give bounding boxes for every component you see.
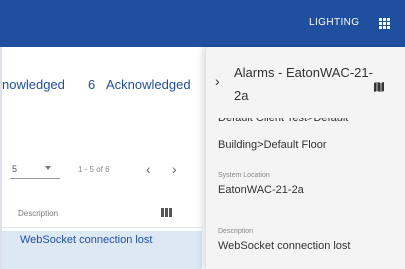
alarms-list-pane: nowledged 6 Acknowledged 5 1 - 5 of 6 ‹ … <box>0 47 203 269</box>
select-underline <box>10 178 60 179</box>
unacknowledged-label[interactable]: nowledged <box>2 77 65 92</box>
breadcrumb-clipped: Default Client Test>Default <box>218 118 398 139</box>
map-icon[interactable] <box>373 80 385 98</box>
system-location-value: EatonWAC-21-2a <box>218 184 304 196</box>
row-description: WebSocket connection lost <box>20 234 153 246</box>
breadcrumb-first-line: Default Client Test>Default <box>218 118 349 124</box>
chevron-right-icon[interactable]: › <box>215 73 220 89</box>
description-label: Description <box>218 228 254 235</box>
columns-icon[interactable] <box>161 208 172 217</box>
header-divider <box>2 227 203 228</box>
acknowledged-count[interactable]: 6 <box>88 77 95 92</box>
lighting-nav-link[interactable]: LIGHTING <box>309 17 359 28</box>
table-row[interactable]: WebSocket connection lost <box>2 231 202 269</box>
top-navigation-bar: LIGHTING <box>0 0 405 47</box>
next-page-button[interactable]: › <box>172 161 177 177</box>
panel-title: Alarms - EatonWAC-21-2a <box>234 65 373 103</box>
description-value: WebSocket connection lost <box>218 240 351 252</box>
pagination: 5 1 - 5 of 6 ‹ › <box>10 161 198 179</box>
acknowledged-label[interactable]: Acknowledged <box>106 77 191 92</box>
system-location-label: System Location <box>218 172 270 179</box>
page-range: 1 - 5 of 6 <box>78 165 110 174</box>
rows-per-page-select[interactable]: 5 <box>12 164 17 174</box>
breadcrumb-tail: Building>Default Floor <box>218 139 327 151</box>
description-column-header[interactable]: Description <box>18 209 58 218</box>
chevron-down-icon[interactable] <box>45 166 51 170</box>
previous-page-button[interactable]: ‹ <box>146 161 151 177</box>
alarm-detail-panel: › Alarms - EatonWAC-21-2a Default Client… <box>205 47 405 269</box>
apps-grid-icon[interactable] <box>379 18 390 29</box>
